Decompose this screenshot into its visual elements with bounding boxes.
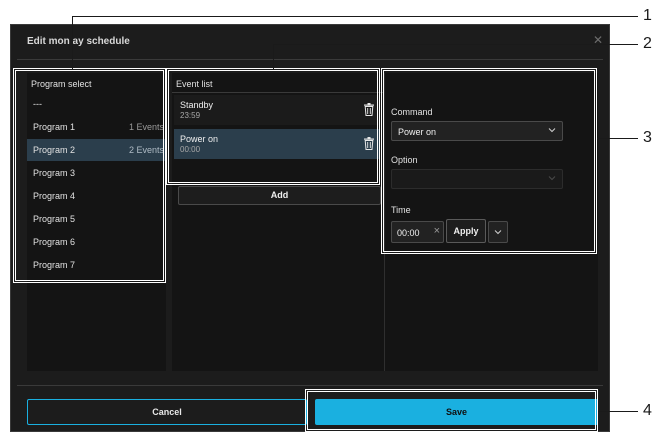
callout-2: 2 [643, 35, 652, 52]
callout-1: 1 [643, 7, 652, 24]
highlight-event-list [166, 68, 380, 185]
callout-4-leader [598, 411, 638, 412]
callout-1-leader-v [72, 16, 73, 69]
callout-3: 3 [643, 129, 652, 146]
footer-divider [17, 385, 603, 386]
title-divider [17, 59, 603, 60]
callout-3-leader [597, 138, 638, 139]
callout-4: 4 [643, 402, 652, 419]
dialog-title: Edit mon ay schedule [27, 36, 130, 47]
callout-2-leader-v [273, 44, 274, 69]
highlight-save [305, 389, 598, 432]
highlight-editor [381, 68, 597, 254]
add-event-button[interactable]: Add [178, 186, 381, 205]
callout-2-leader-h [273, 44, 638, 45]
dialog-title-bar: Edit mon ay schedule ✕ [11, 25, 609, 59]
highlight-program-select [13, 68, 166, 283]
callout-1-leader-h [72, 16, 638, 17]
cancel-button[interactable]: Cancel [27, 399, 307, 425]
